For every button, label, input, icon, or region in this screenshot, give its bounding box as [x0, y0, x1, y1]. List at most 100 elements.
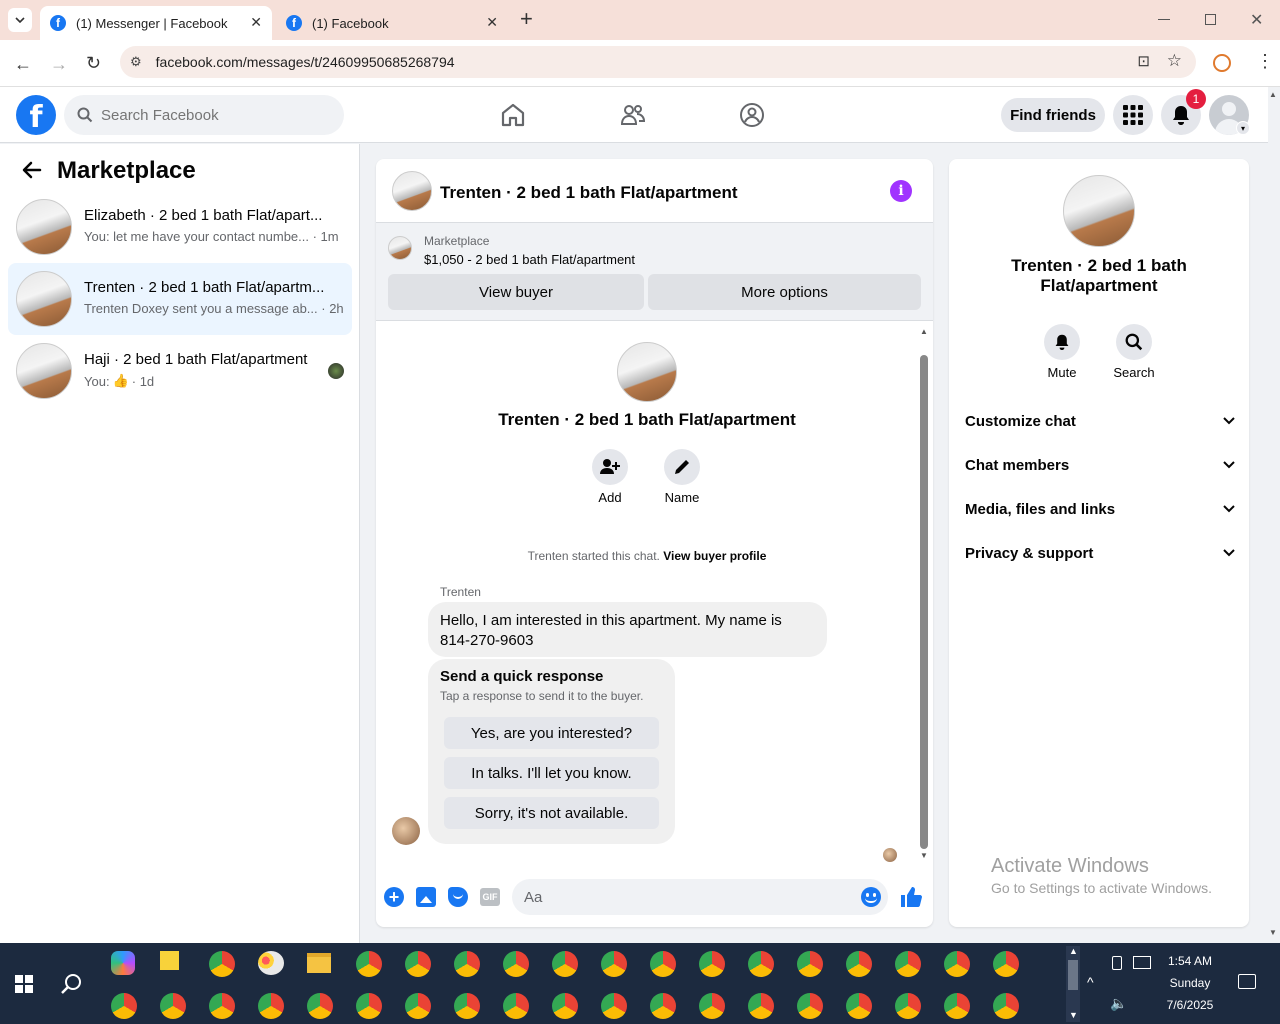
omnibox[interactable]: ⚙ facebook.com/messages/t/24609950685268…: [120, 46, 1196, 78]
chrome-window-icon[interactable]: [454, 993, 480, 1019]
quick-response-button-1[interactable]: Yes, are you interested?: [444, 717, 659, 749]
network-icon[interactable]: [1133, 956, 1151, 969]
message-bubble[interactable]: Hello, I am interested in this apartment…: [428, 602, 827, 657]
tablet-icon[interactable]: [1112, 956, 1122, 970]
find-friends-button[interactable]: Find friends: [1001, 98, 1105, 132]
chrome-window-icon[interactable]: [797, 951, 823, 977]
name-button[interactable]: [664, 449, 700, 485]
chrome-icon[interactable]: [209, 951, 235, 977]
sticker-icon[interactable]: [448, 887, 468, 907]
chrome-window-icon[interactable]: [601, 951, 627, 977]
chrome-window-icon[interactable]: [797, 993, 823, 1019]
mute-button[interactable]: [1044, 324, 1080, 360]
chrome-window-icon[interactable]: [650, 951, 676, 977]
file-explorer-icon[interactable]: [307, 953, 331, 973]
chrome-window-icon[interactable]: [209, 993, 235, 1019]
install-app-icon[interactable]: ⊡: [1137, 52, 1150, 70]
chat-members-section[interactable]: Chat members: [965, 453, 1235, 477]
chrome-window-icon[interactable]: [993, 951, 1019, 977]
notification-center-icon[interactable]: [1238, 974, 1256, 989]
profile-avatar-large[interactable]: [617, 342, 677, 402]
media-files-links-section[interactable]: Media, files and links: [965, 497, 1235, 521]
chrome-window-icon[interactable]: [699, 951, 725, 977]
chrome-window-icon[interactable]: [993, 993, 1019, 1019]
search-bar[interactable]: [64, 95, 344, 135]
chrome-window-icon[interactable]: [258, 993, 284, 1019]
chat-avatar[interactable]: [392, 171, 432, 211]
menu-grid-button[interactable]: [1113, 95, 1153, 135]
tab-facebook[interactable]: f (1) Facebook ✕: [276, 6, 508, 40]
close-window-icon[interactable]: ✕: [1250, 10, 1263, 30]
composer-plus-icon[interactable]: +: [384, 887, 404, 907]
chrome-window-icon[interactable]: [601, 993, 627, 1019]
bookmark-star-icon[interactable]: ☆: [1167, 51, 1182, 71]
chrome-window-icon[interactable]: [111, 993, 137, 1019]
friends-icon[interactable]: [620, 102, 646, 128]
chrome-window-icon[interactable]: [846, 993, 872, 1019]
chat-scrollbar[interactable]: ▲ ▼: [918, 327, 930, 863]
privacy-support-section[interactable]: Privacy & support: [965, 541, 1235, 565]
listing-price[interactable]: $1,050 - 2 bed 1 bath Flat/apartment: [424, 252, 635, 267]
chrome-window-icon[interactable]: [356, 993, 382, 1019]
taskbar-scroll-thumb[interactable]: [1068, 960, 1078, 990]
chrome-window-icon[interactable]: [454, 951, 480, 977]
volume-icon[interactable]: 🔈: [1110, 995, 1127, 1012]
chrome-window-icon[interactable]: [895, 951, 921, 977]
minimize-icon[interactable]: [1158, 19, 1170, 20]
chrome-window-icon[interactable]: [405, 951, 431, 977]
menu-kebab-icon[interactable]: ⋮: [1256, 52, 1274, 70]
chrome-window-icon[interactable]: [944, 951, 970, 977]
quick-response-button-2[interactable]: In talks. I'll let you know.: [444, 757, 659, 789]
message-input[interactable]: Aa: [512, 879, 888, 915]
chrome-window-icon[interactable]: [356, 951, 382, 977]
conversation-trenten[interactable]: Trenten · 2 bed 1 bath Flat/apartm... Tr…: [8, 263, 352, 335]
chat-title[interactable]: Trenten · 2 bed 1 bath Flat/apartment: [440, 183, 738, 203]
back-arrow-icon[interactable]: [22, 160, 42, 180]
emoji-icon[interactable]: [861, 887, 881, 907]
clock-date[interactable]: 7/6/2025: [1160, 998, 1220, 1012]
chrome-window-icon[interactable]: [552, 993, 578, 1019]
chrome-window-icon[interactable]: [160, 993, 186, 1019]
paint-icon[interactable]: [258, 951, 284, 975]
search-in-chat-button[interactable]: [1116, 324, 1152, 360]
chrome-window-icon[interactable]: [846, 951, 872, 977]
taskbar-search-icon[interactable]: [60, 972, 84, 996]
add-people-button[interactable]: [592, 449, 628, 485]
close-tab-icon[interactable]: ✕: [486, 14, 498, 31]
chrome-window-icon[interactable]: [748, 993, 774, 1019]
taskbar-scroll-down-icon[interactable]: ▼: [1069, 1010, 1078, 1020]
clock-day[interactable]: Sunday: [1160, 976, 1220, 990]
tab-list-button[interactable]: [8, 8, 32, 32]
scroll-down-icon[interactable]: ▼: [920, 851, 928, 860]
chrome-window-icon[interactable]: [307, 993, 333, 1019]
facebook-logo-icon[interactable]: f: [16, 95, 56, 135]
tab-messenger[interactable]: f (1) Messenger | Facebook ✕: [40, 6, 272, 40]
back-icon[interactable]: ←: [14, 54, 32, 75]
more-options-button[interactable]: More options: [648, 274, 921, 310]
customize-chat-section[interactable]: Customize chat: [965, 409, 1235, 433]
new-tab-button[interactable]: +: [520, 8, 533, 30]
chrome-window-icon[interactable]: [944, 993, 970, 1019]
view-buyer-button[interactable]: View buyer: [388, 274, 644, 310]
quick-response-button-3[interactable]: Sorry, it's not available.: [444, 797, 659, 829]
forward-icon[interactable]: →: [50, 54, 68, 75]
scroll-thumb[interactable]: [920, 355, 928, 849]
home-icon[interactable]: [500, 102, 526, 128]
copilot-icon[interactable]: [111, 951, 135, 975]
conversation-elizabeth[interactable]: Elizabeth · 2 bed 1 bath Flat/apart... Y…: [8, 191, 352, 263]
chrome-window-icon[interactable]: [552, 951, 578, 977]
close-tab-icon[interactable]: ✕: [250, 14, 262, 31]
sender-avatar[interactable]: [392, 817, 420, 845]
profile-icon[interactable]: [1213, 54, 1231, 72]
chrome-window-icon[interactable]: [699, 993, 725, 1019]
page-scroll-down-icon[interactable]: ▼: [1269, 928, 1277, 937]
page-scroll-up-icon[interactable]: ▲: [1269, 90, 1277, 99]
taskbar-scrollbar[interactable]: ▲ ▼: [1066, 946, 1080, 1022]
chrome-window-icon[interactable]: [503, 993, 529, 1019]
sticky-notes-icon[interactable]: [160, 951, 184, 975]
chrome-window-icon[interactable]: [748, 951, 774, 977]
clock-time[interactable]: 1:54 AM: [1160, 954, 1220, 968]
site-settings-icon[interactable]: ⚙: [130, 54, 142, 70]
chrome-window-icon[interactable]: [503, 951, 529, 977]
groups-icon[interactable]: [739, 102, 765, 128]
